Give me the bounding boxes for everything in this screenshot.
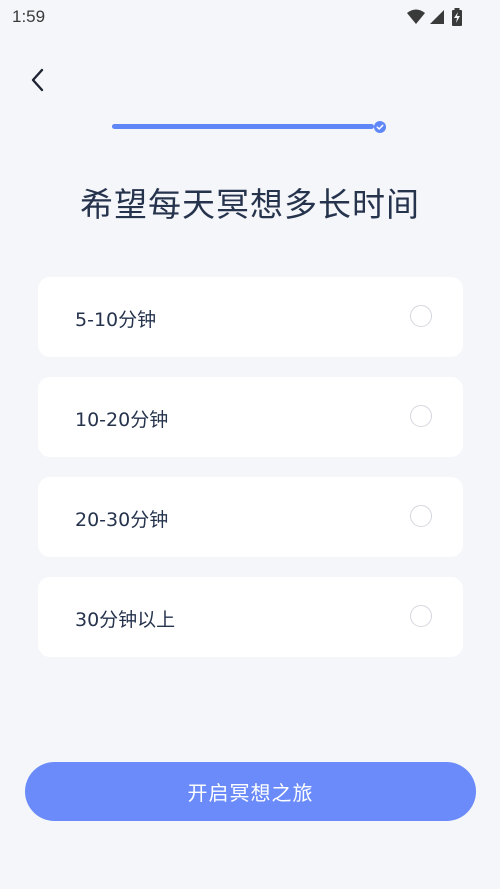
duration-options: 5-10分钟 10-20分钟 20-30分钟 30分钟以上 [38, 277, 463, 677]
battery-charging-icon [452, 8, 462, 26]
check-circle-icon [374, 121, 386, 133]
option-label: 5-10分钟 [75, 309, 157, 331]
radio-button[interactable] [410, 305, 432, 327]
option-10-20-min[interactable]: 10-20分钟 [38, 377, 463, 457]
progress-fill [112, 124, 374, 129]
radio-button[interactable] [410, 505, 432, 527]
wifi-icon [407, 9, 425, 24]
status-time: 1:59 [12, 7, 46, 26]
progress-indicator [112, 118, 388, 136]
status-icons [406, 8, 466, 26]
radio-button[interactable] [410, 405, 432, 427]
radio-button[interactable] [410, 605, 432, 627]
progress-track [112, 124, 374, 129]
signal-icon [430, 10, 444, 24]
option-label: 30分钟以上 [75, 609, 176, 631]
option-30-plus-min[interactable]: 30分钟以上 [38, 577, 463, 657]
option-20-30-min[interactable]: 20-30分钟 [38, 477, 463, 557]
start-meditation-button[interactable]: 开启冥想之旅 [25, 762, 476, 821]
option-label: 20-30分钟 [75, 509, 169, 531]
chevron-left-icon [31, 68, 44, 92]
back-button[interactable] [22, 62, 54, 98]
option-label: 10-20分钟 [75, 409, 169, 431]
option-5-10-min[interactable]: 5-10分钟 [38, 277, 463, 357]
status-bar: 1:59 [0, 0, 500, 34]
page-title: 希望每天冥想多长时间 [80, 185, 420, 224]
